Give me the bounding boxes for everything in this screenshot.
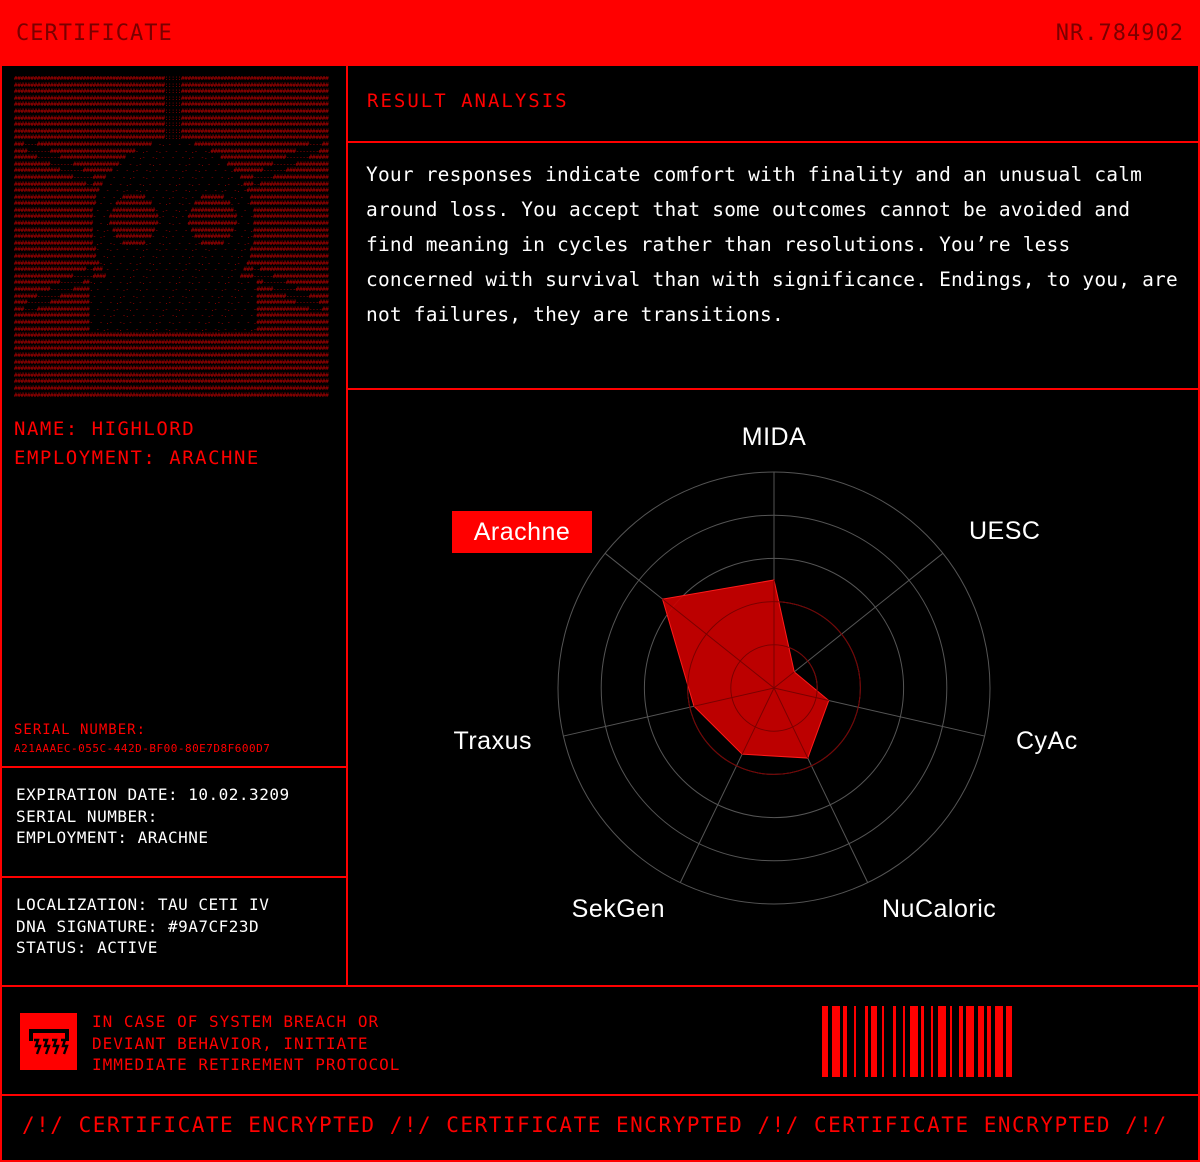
radar-axis-label: CyAc bbox=[1016, 727, 1078, 755]
dna-signature: DNA SIGNATURE: #9A7CF23D bbox=[16, 916, 260, 936]
encryption-ticker: /!/ CERTIFICATE ENCRYPTED /!/ CERTIFICAT… bbox=[22, 1113, 1182, 1137]
radar-axis-label: UESC bbox=[969, 517, 1040, 545]
column-divider bbox=[346, 66, 348, 986]
barcode-bar bbox=[903, 1006, 905, 1077]
barcode-bar bbox=[987, 1006, 991, 1077]
warning-line: IMMEDIATE RETIREMENT PROTOCOL bbox=[92, 1055, 401, 1074]
barcode-image bbox=[822, 1006, 1012, 1077]
barcode-bar bbox=[931, 1006, 933, 1077]
warning-text: IN CASE OF SYSTEM BREACH OR DEVIANT BEHA… bbox=[92, 1011, 400, 1076]
localization: LOCALIZATION: TAU CETI IV bbox=[16, 895, 270, 914]
expiration-date: EXPIRATION DATE: 10.02.3209 bbox=[16, 785, 290, 804]
barcode-bar bbox=[921, 1006, 924, 1077]
employment-line: EMPLOYMENT: ARACHNE bbox=[14, 447, 260, 469]
divider-right-1 bbox=[348, 141, 1200, 143]
serial-value: A21AAAEC-055C-442D-BF00-80E7D8F600D7 bbox=[14, 742, 271, 755]
divider-left-2 bbox=[0, 876, 348, 878]
crown-glyph-icon bbox=[20, 1013, 77, 1070]
warning-line: DEVIANT BEHAVIOR, INITIATE bbox=[92, 1033, 369, 1053]
barcode-bar bbox=[938, 1006, 946, 1077]
ascii-skull-image: ########################################… bbox=[14, 76, 329, 399]
result-analysis-title: RESULT ANALYSIS bbox=[367, 90, 569, 112]
divider-left-1 bbox=[0, 766, 348, 768]
barcode-bar bbox=[910, 1006, 918, 1077]
barcode-bar bbox=[843, 1006, 847, 1077]
barcode-bar bbox=[950, 1006, 952, 1077]
radar-axis-label: NuCaloric bbox=[882, 895, 996, 923]
name-line: NAME: HIGHLORD bbox=[14, 418, 196, 440]
barcode-bar bbox=[978, 1006, 984, 1077]
barcode-bar bbox=[893, 1006, 896, 1077]
result-analysis-text: Your responses indicate comfort with fin… bbox=[366, 163, 1178, 326]
radar-axis-label: MIDA bbox=[742, 423, 807, 451]
barcode-bar bbox=[871, 1006, 877, 1077]
barcode-bar bbox=[854, 1006, 856, 1077]
highlighted-faction-tag: Arachne bbox=[452, 511, 592, 553]
status: STATUS: ACTIVE bbox=[16, 938, 158, 957]
header-bar: CERTIFICATE NR.784902 bbox=[0, 0, 1200, 66]
barcode-bar bbox=[865, 1006, 868, 1077]
radar-axis-label: Traxus bbox=[454, 727, 532, 755]
details-block-1: EXPIRATION DATE: 10.02.3209 SERIAL NUMBE… bbox=[16, 784, 290, 849]
details-block-2: LOCALIZATION: TAU CETI IV DNA SIGNATURE:… bbox=[16, 894, 269, 959]
radar-chart: MIDA UESC CyAc NuCaloric SekGen Traxus bbox=[454, 423, 1078, 923]
barcode-bar bbox=[822, 1006, 828, 1077]
barcode-bar bbox=[832, 1006, 840, 1077]
certificate-title: CERTIFICATE bbox=[16, 20, 173, 46]
details-serial: SERIAL NUMBER: bbox=[16, 806, 158, 826]
barcode-bar bbox=[959, 1006, 963, 1077]
details-employment: EMPLOYMENT: ARACHNE bbox=[16, 828, 209, 847]
barcode-bar bbox=[966, 1006, 974, 1077]
certificate-number: NR.784902 bbox=[1055, 20, 1184, 46]
barcode-bar bbox=[882, 1006, 884, 1077]
divider-footer-2 bbox=[0, 1094, 1200, 1096]
radar-axis-label: SekGen bbox=[572, 895, 665, 923]
serial-label: SERIAL NUMBER: bbox=[14, 722, 147, 738]
barcode-bar bbox=[1006, 1006, 1012, 1077]
warning-line: IN CASE OF SYSTEM BREACH OR bbox=[92, 1012, 380, 1031]
barcode-bar bbox=[995, 1006, 1003, 1077]
